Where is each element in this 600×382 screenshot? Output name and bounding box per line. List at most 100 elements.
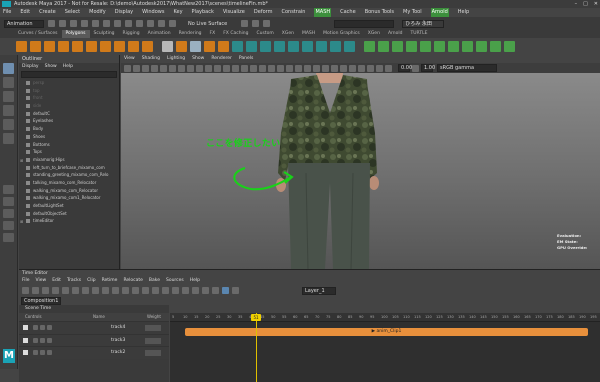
close-button[interactable]: ✕ [594, 0, 598, 8]
shelf-tool-icon[interactable] [344, 41, 355, 52]
shelf-tab-8[interactable]: Custom [253, 30, 278, 38]
track-row[interactable]: track2 [19, 346, 169, 359]
snap-grid-icon[interactable] [136, 20, 143, 27]
viewport-tool-icon[interactable] [169, 64, 176, 72]
shelf-tool-icon[interactable] [302, 41, 313, 52]
search-field[interactable] [334, 19, 395, 28]
viewport-tool-icon[interactable] [223, 64, 230, 72]
minimize-button[interactable]: – [575, 0, 578, 8]
track-control-icon[interactable] [47, 337, 52, 343]
shelf-tool-icon[interactable] [330, 41, 341, 52]
viewport-tool-icon[interactable] [214, 64, 221, 72]
shelf-tab-9[interactable]: XGen [278, 30, 298, 38]
shelf-tool-icon[interactable] [204, 41, 215, 52]
redo-icon[interactable] [92, 20, 99, 27]
shelf-tool-icon[interactable] [476, 41, 487, 52]
menu-key[interactable]: Key [173, 8, 182, 17]
anim-clip[interactable]: ▶ anim_Clip1 [185, 328, 588, 336]
viewport-menu-renderer[interactable]: Renderer [211, 55, 232, 63]
render-settings-icon[interactable] [263, 20, 271, 27]
shelf-tool-icon[interactable] [72, 41, 83, 52]
outliner-item[interactable]: defaultC [19, 110, 119, 118]
te-menu-bake[interactable]: Bake [149, 277, 160, 285]
snap-curve-icon[interactable] [147, 20, 154, 27]
shelf-tool-icon[interactable] [504, 41, 515, 52]
outliner-item[interactable]: defaultLightSet [19, 202, 119, 210]
viewport-tool-icon[interactable] [331, 64, 338, 72]
open-scene-icon[interactable] [59, 20, 66, 27]
outliner-item[interactable]: talking_mixamo_com_Relocator [19, 179, 119, 187]
shelf-tool-icon[interactable] [114, 41, 125, 52]
rotate-tool-icon[interactable] [3, 119, 14, 130]
composition-select[interactable]: Composition1 [21, 296, 61, 305]
viewport-3d[interactable]: ここを修正したい Evaluation: EM State: GPU Overr… [121, 73, 600, 269]
shelf-tool-icon[interactable] [288, 41, 299, 52]
shelf-tab-7[interactable]: FX Caching [219, 30, 252, 38]
viewport-tool-icon[interactable] [250, 64, 257, 72]
shelf-tool-icon[interactable] [420, 41, 431, 52]
persp-outliner-icon[interactable] [3, 209, 14, 218]
shelf-tab-12[interactable]: XGen [364, 30, 384, 38]
te-tool-icon[interactable] [42, 287, 49, 294]
te-tool-icon[interactable] [92, 287, 99, 294]
te-menu-relocate[interactable]: Relocate [123, 277, 142, 285]
outliner-item[interactable]: Tops [19, 148, 119, 156]
shelf-tool-icon[interactable] [86, 41, 97, 52]
te-menu-file[interactable]: File [22, 277, 30, 285]
viewport-tool-icon[interactable] [367, 64, 374, 72]
te-menu-help[interactable]: Help [190, 277, 200, 285]
viewport-tool-icon[interactable] [304, 64, 311, 72]
menu-set-select[interactable]: Animation [4, 19, 44, 28]
te-tool-icon[interactable] [112, 287, 119, 294]
shelf-tool-icon[interactable] [490, 41, 501, 52]
viewport-tool-icon[interactable] [196, 64, 203, 72]
outliner-menu-show[interactable]: Show [45, 63, 57, 70]
outliner-item[interactable]: persp [19, 79, 119, 87]
menu-help[interactable]: Help [458, 8, 469, 17]
shelf-tool-icon[interactable] [274, 41, 285, 52]
te-tool-icon[interactable] [142, 287, 149, 294]
te-tool-icon[interactable] [182, 287, 189, 294]
track-enable-checkbox[interactable] [23, 325, 28, 330]
menu-my-tool[interactable]: My Tool [403, 8, 422, 17]
outliner-item[interactable]: Eyelashes [19, 117, 119, 125]
lasso-tool-icon[interactable] [3, 77, 14, 88]
viewport-tool-icon[interactable] [358, 64, 365, 72]
shelf-tab-0[interactable]: Curves / Surfaces [14, 30, 62, 38]
persp-graph-icon[interactable] [3, 221, 14, 230]
viewport-tool-icon[interactable] [133, 64, 140, 72]
timeline-area[interactable]: 5101520253035404550556065707580859095100… [170, 313, 600, 382]
viewport-tool-icon[interactable] [286, 64, 293, 72]
outliner-item[interactable]: walking_mixamo_com1_Relocator [19, 194, 119, 202]
menu-modify[interactable]: Modify [89, 8, 106, 17]
outliner-item[interactable]: defaultObjectSet [19, 210, 119, 218]
shelf-tool-icon[interactable] [434, 41, 445, 52]
viewport-menu-show[interactable]: Show [192, 55, 204, 63]
te-tool-icon[interactable] [52, 287, 59, 294]
select-component-icon[interactable] [125, 20, 132, 27]
new-scene-icon[interactable] [48, 20, 55, 27]
te-tool-icon[interactable] [202, 287, 209, 294]
shelf-tab-5[interactable]: Rendering [175, 30, 206, 38]
outliner-item[interactable]: Body [19, 125, 119, 133]
te-tool-icon[interactable] [162, 287, 169, 294]
te-tool-icon[interactable] [22, 287, 29, 294]
ipr-render-icon[interactable] [252, 20, 260, 27]
gamma-icon[interactable] [412, 64, 419, 72]
select-object-icon[interactable] [114, 20, 121, 27]
menu-arnold[interactable]: Arnold [430, 8, 449, 17]
outliner-menu-help[interactable]: Help [63, 63, 73, 70]
outliner-item[interactable]: left_turn_to_briefcase_mixamo_com [19, 164, 119, 172]
viewport-tool-icon[interactable] [187, 64, 194, 72]
viewport-tool-icon[interactable] [160, 64, 167, 72]
outliner-item[interactable]: standing_greeting_mixamo_com_Relo [19, 171, 119, 179]
menu-deform[interactable]: Deform [254, 8, 273, 17]
viewport-menu-view[interactable]: View [124, 55, 135, 63]
menu-windows[interactable]: Windows [142, 8, 164, 17]
single-view-icon[interactable] [3, 185, 14, 194]
shelf-tool-icon[interactable] [232, 41, 243, 52]
user-account[interactable]: ひろみ 永田 [402, 19, 445, 28]
menu-display[interactable]: Display [115, 8, 133, 17]
viewport-tool-icon[interactable] [349, 64, 356, 72]
viewport-tool-icon[interactable] [205, 64, 212, 72]
